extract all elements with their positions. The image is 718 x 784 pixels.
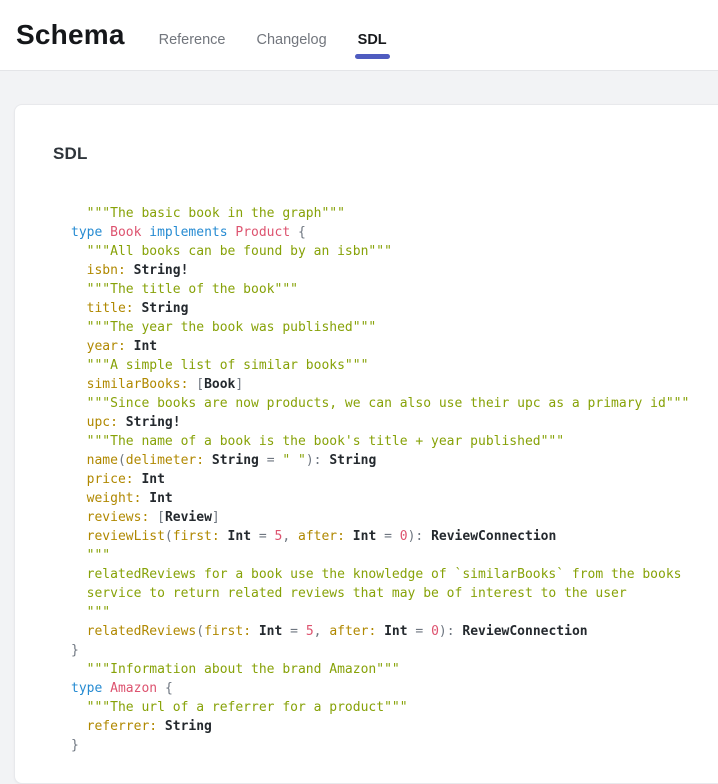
code-line: upc: String!	[71, 413, 718, 432]
code-line: """The url of a referrer for a product""…	[71, 698, 718, 717]
page-title: Schema	[16, 0, 125, 70]
code-line: relatedReviews for a book use the knowle…	[71, 565, 718, 584]
code-line: """The basic book in the graph"""	[71, 204, 718, 223]
code-line: year: Int	[71, 337, 718, 356]
code-line: """	[71, 603, 718, 622]
code-line: """A simple list of similar books"""	[71, 356, 718, 375]
code-line: price: Int	[71, 470, 718, 489]
tab-reference[interactable]: Reference	[158, 5, 227, 75]
code-line: isbn: String!	[71, 261, 718, 280]
page-header: Schema ReferenceChangelogSDL	[0, 0, 718, 71]
code-line: name(delimeter: String = " "): String	[71, 451, 718, 470]
code-line: """Since books are now products, we can …	[71, 394, 718, 413]
tab-bar: Reference Changelog SDL	[158, 5, 417, 75]
code-line: type Amazon {	[71, 679, 718, 698]
code-line: service to return related reviews that m…	[71, 584, 718, 603]
code-line: title: String	[71, 299, 718, 318]
code-line: """The name of a book is the book's titl…	[71, 432, 718, 451]
code-line: """All books can be found by an isbn"""	[71, 242, 718, 261]
code-line: reviewList(first: Int = 5, after: Int = …	[71, 527, 718, 546]
code-line: }	[71, 736, 718, 755]
code-line: reviews: [Review]	[71, 508, 718, 527]
code-line: relatedReviews(first: Int = 5, after: In…	[71, 622, 718, 641]
content-area: SDL """The basic book in the graph"""typ…	[0, 70, 718, 745]
active-tab-underline	[355, 54, 390, 59]
card-heading: SDL	[53, 141, 718, 167]
code-line: """The year the book was published"""	[71, 318, 718, 337]
code-line: weight: Int	[71, 489, 718, 508]
code-line: type Book implements Product {	[71, 223, 718, 242]
sdl-card: SDL """The basic book in the graph"""typ…	[14, 104, 718, 784]
code-line: similarBooks: [Book]	[71, 375, 718, 394]
code-line: """Information about the brand Amazon"""	[71, 660, 718, 679]
tab-changelog[interactable]: Changelog	[256, 5, 328, 75]
code-line: """The title of the book"""	[71, 280, 718, 299]
code-line: referrer: String	[71, 717, 718, 736]
tab-sdl[interactable]: SDL	[357, 5, 388, 75]
code-line: }	[71, 641, 718, 660]
sdl-code: """The basic book in the graph"""type Bo…	[71, 204, 718, 755]
code-line: """	[71, 546, 718, 565]
